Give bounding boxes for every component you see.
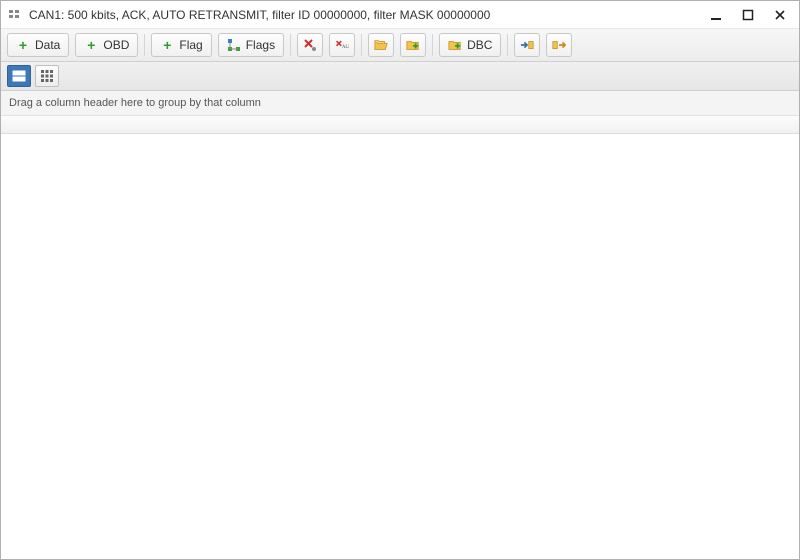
open-folder-button[interactable] (368, 33, 394, 57)
maximize-button[interactable] (739, 6, 757, 24)
close-button[interactable] (771, 6, 789, 24)
group-by-hint: Drag a column header here to group by th… (9, 97, 261, 109)
button-label: OBD (103, 38, 129, 52)
delete-button[interactable] (297, 33, 323, 57)
delete-all-icon: ALL (335, 38, 349, 52)
export-button[interactable] (546, 33, 572, 57)
separator (290, 34, 291, 56)
import-arrow-icon (520, 38, 534, 52)
button-label: Data (35, 38, 60, 52)
main-toolbar: + Data + OBD + Flag Flags ALL (1, 29, 799, 62)
delete-x-icon (303, 38, 317, 52)
folder-open-icon (374, 38, 388, 52)
add-flag-button[interactable]: + Flag (151, 33, 211, 57)
button-label: Flag (179, 38, 202, 52)
plus-icon: + (84, 38, 98, 52)
separator (144, 34, 145, 56)
flags-button[interactable]: Flags (218, 33, 284, 57)
separator (432, 34, 433, 56)
view-mode-bar (1, 62, 799, 91)
plus-icon: + (160, 38, 174, 52)
card-view-button[interactable] (7, 65, 31, 87)
column-header-row[interactable] (1, 116, 799, 134)
group-by-bar[interactable]: Drag a column header here to group by th… (1, 91, 799, 116)
folder-add-icon (406, 38, 420, 52)
add-obd-button[interactable]: + OBD (75, 33, 138, 57)
folder-dbc-icon (448, 38, 462, 52)
minimize-button[interactable] (707, 6, 725, 24)
export-arrow-icon (552, 38, 566, 52)
button-label: Flags (246, 38, 275, 52)
titlebar: CAN1: 500 kbits, ACK, AUTO RETRANSMIT, f… (1, 1, 799, 29)
grid-view-icon (40, 69, 54, 83)
plus-icon: + (16, 38, 30, 52)
dbc-button[interactable]: DBC (439, 33, 501, 57)
grid-view-button[interactable] (35, 65, 59, 87)
import-button[interactable] (514, 33, 540, 57)
delete-all-button[interactable]: ALL (329, 33, 355, 57)
window-title: CAN1: 500 kbits, ACK, AUTO RETRANSMIT, f… (29, 8, 707, 22)
flags-tree-icon (227, 38, 241, 52)
data-grid-content (1, 134, 799, 554)
add-data-button[interactable]: + Data (7, 33, 69, 57)
app-icon (7, 7, 23, 23)
separator (507, 34, 508, 56)
window-controls (707, 6, 793, 24)
add-folder-button[interactable] (400, 33, 426, 57)
svg-text:ALL: ALL (342, 45, 349, 50)
separator (361, 34, 362, 56)
button-label: DBC (467, 38, 492, 52)
card-view-icon (12, 69, 26, 83)
